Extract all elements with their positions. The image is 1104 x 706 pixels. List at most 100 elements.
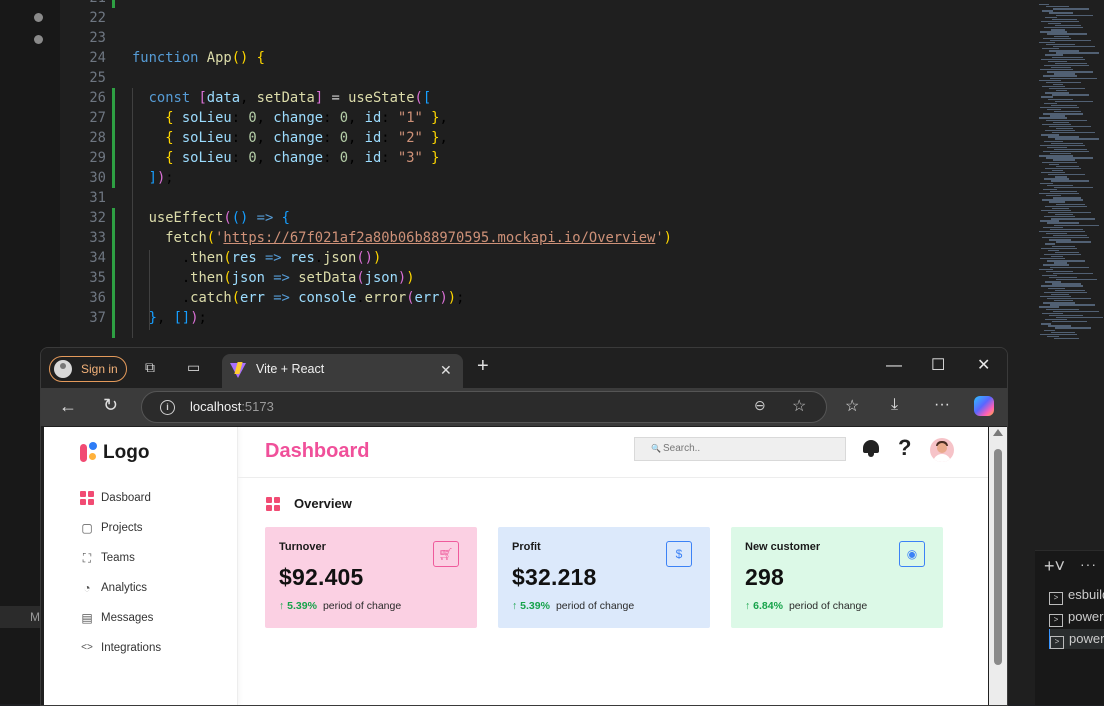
minimap[interactable]: [1035, 0, 1104, 350]
code-text: function App() {: [132, 50, 265, 66]
code-editor[interactable]: 21 22 23 24 function App() {25 26 const [data…: [60, 0, 1035, 350]
code-line[interactable]: 29 { soLieu: 0, change: 0, id: "3" }: [60, 148, 1035, 168]
sidebar-item-label: Teams: [101, 552, 135, 564]
indent-guide: [132, 88, 133, 338]
card-change-label: period of change: [788, 600, 868, 612]
terminal-item[interactable]: > powershell: [1049, 629, 1104, 649]
line-number: 21: [60, 0, 106, 8]
notification-bell-icon[interactable]: [862, 439, 880, 457]
code-line[interactable]: 23: [60, 28, 1035, 48]
dollar-icon[interactable]: $: [666, 541, 692, 567]
sidebar-item-messages[interactable]: ▤ Messages: [80, 608, 220, 628]
terminal-item[interactable]: > powershell: [1049, 607, 1104, 627]
code-line[interactable]: 33 fetch('https://67f021af2a80b06b889705…: [60, 228, 1035, 248]
close-window-icon[interactable]: ✕: [977, 356, 990, 376]
card-change: ↑ 6.84% period of change: [745, 600, 867, 612]
tab-strip: Sign in ⧉ ▭ Vite + React ✕ + — ☐ ✕: [41, 348, 1007, 388]
more-actions-icon[interactable]: ···: [1080, 556, 1097, 572]
minimize-icon[interactable]: —: [886, 356, 902, 376]
favorites-icon[interactable]: ☆: [845, 396, 859, 416]
new-tab-icon[interactable]: +: [477, 356, 489, 376]
page-scrollbar[interactable]: [989, 427, 1007, 705]
help-icon[interactable]: ?: [898, 436, 911, 460]
sidebar-item-projects[interactable]: ▢ Projects: [80, 518, 220, 538]
code-line[interactable]: 26 const [data, setData] = useState([: [60, 88, 1035, 108]
code-line[interactable]: 37 }, []);: [60, 308, 1035, 328]
minimap-line: [1053, 46, 1095, 48]
close-tab-icon[interactable]: ✕: [440, 362, 452, 379]
git-change-marker: [112, 0, 115, 8]
code-line[interactable]: 27 { soLieu: 0, change: 0, id: "1" },: [60, 108, 1035, 128]
cart-icon[interactable]: 🛒︎: [433, 541, 459, 567]
code-line[interactable]: 21: [60, 0, 1035, 8]
copilot-icon[interactable]: [974, 396, 994, 416]
browser-window: Sign in ⧉ ▭ Vite + React ✕ + — ☐ ✕ ← ↻ i…: [40, 347, 1008, 706]
code-text: }, []);: [148, 310, 207, 326]
workspaces-icon[interactable]: ⧉: [145, 359, 155, 376]
card-label: New customer: [745, 541, 821, 553]
user-circle-icon[interactable]: ◉: [899, 541, 925, 567]
sidebar-item-label: Messages: [101, 612, 154, 624]
sign-in-button[interactable]: Sign in: [49, 356, 127, 382]
activity-dot-icon[interactable]: [34, 35, 43, 44]
minimap-line: [1056, 279, 1097, 281]
code-text: .then(json => setData(json)): [132, 270, 415, 286]
site-info-icon[interactable]: i: [160, 400, 175, 415]
sidebar-item-dasboard[interactable]: Dasboard: [80, 488, 220, 508]
terminal-item[interactable]: > esbuild: [1049, 585, 1104, 605]
code-line[interactable]: 25: [60, 68, 1035, 88]
logo-text: Logo: [103, 442, 150, 463]
reload-icon[interactable]: ↻: [103, 395, 118, 416]
sidebar-item-integrations[interactable]: <> Integrations: [80, 638, 220, 658]
line-number: 37: [89, 310, 106, 326]
minimap-line: [1041, 247, 1077, 249]
terminal-icon: >: [1049, 592, 1063, 605]
url-text: localhost:5173: [190, 392, 274, 422]
maximize-icon[interactable]: ☐: [931, 356, 945, 376]
tab-vite-react[interactable]: Vite + React ✕: [222, 354, 463, 388]
card-value: $92.405: [279, 564, 364, 590]
activity-dot-icon[interactable]: [34, 13, 43, 22]
git-change-marker: [112, 88, 115, 188]
minimap-line: [1052, 94, 1089, 96]
code-line[interactable]: 32 useEffect(() => {: [60, 208, 1035, 228]
settings-more-icon[interactable]: ···: [934, 396, 950, 414]
code-line[interactable]: 28 { soLieu: 0, change: 0, id: "2" },: [60, 128, 1035, 148]
sidebar-item-label: Integrations: [101, 642, 162, 654]
sidebar: Logo Dasboard ▢ Projects ⛶ Teams ◔ Analytics ▤ M…: [44, 427, 238, 705]
code-line[interactable]: 31: [60, 188, 1035, 208]
favorite-star-icon[interactable]: ☆: [792, 396, 806, 416]
code-text: { soLieu: 0, change: 0, id: "3" }: [165, 150, 440, 166]
tab-actions-icon[interactable]: ▭: [187, 359, 200, 376]
line-number: 22: [89, 10, 106, 26]
sidebar-edge-label: M: [0, 606, 40, 628]
user-avatar[interactable]: [930, 438, 954, 462]
line-number: 32: [89, 210, 106, 226]
code-text: fetch('https://67f021af2a80b06b88970595.…: [165, 230, 672, 246]
downloads-icon[interactable]: ⤓: [891, 396, 898, 414]
stat-card-profit: Profit $32.218 ↑ 5.39% period of change $: [498, 527, 710, 628]
code-line[interactable]: 30 ]);: [60, 168, 1035, 188]
search-input[interactable]: Search..: [634, 437, 846, 461]
code-line[interactable]: 36 .catch(err => console.error(err));: [60, 288, 1035, 308]
code-text: .catch(err => console.error(err));: [132, 290, 465, 306]
stat-card-new-customer: New customer 298 ↑ 6.84% period of change ◉: [731, 527, 943, 628]
card-value: 298: [745, 564, 784, 590]
avatar-head: [937, 443, 947, 453]
new-terminal-icon[interactable]: +˅: [1044, 556, 1065, 577]
code-line[interactable]: 35 .then(json => setData(json)): [60, 268, 1035, 288]
avatar-body: [933, 454, 951, 462]
code-line[interactable]: 24 function App() {: [60, 48, 1035, 68]
line-number: 35: [89, 270, 106, 286]
scroll-thumb[interactable]: [994, 449, 1002, 665]
address-bar[interactable]: i localhost:5173 ⊖ ☆: [141, 391, 827, 423]
sidebar-item-analytics[interactable]: ◔ Analytics: [80, 578, 220, 598]
scroll-up-icon[interactable]: [993, 429, 1003, 436]
card-change-label: period of change: [555, 600, 635, 612]
code-line[interactable]: 34 .then(res => res.json()): [60, 248, 1035, 268]
back-icon[interactable]: ←: [59, 396, 77, 417]
code-line[interactable]: 22: [60, 8, 1035, 28]
sidebar-item-teams[interactable]: ⛶ Teams: [80, 548, 220, 568]
zoom-icon[interactable]: ⊖: [754, 397, 766, 414]
code-text: const [data, setData] = useState([: [148, 90, 432, 106]
